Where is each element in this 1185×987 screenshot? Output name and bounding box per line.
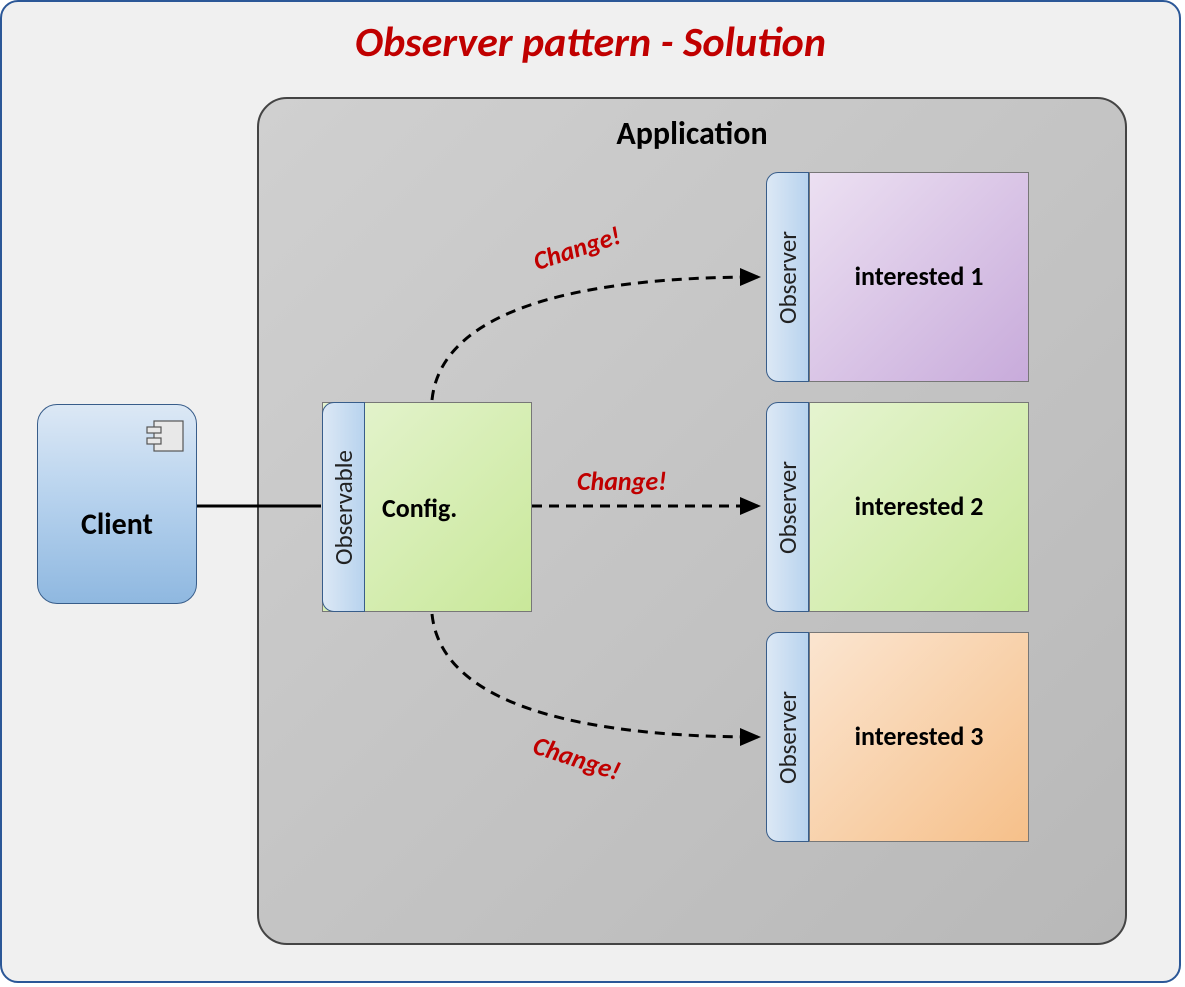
observer-tab-2: Observer: [766, 402, 809, 612]
interested-box-1: interested 1: [809, 172, 1029, 382]
change-label-2: Change!: [577, 465, 667, 497]
observer-tab-3: Observer: [766, 632, 809, 842]
application-label: Application: [259, 114, 1125, 153]
interested-2-label: interested 2: [855, 490, 984, 524]
observable-tab-label: Observable: [328, 450, 359, 565]
interested-box-3: interested 3: [809, 632, 1029, 842]
interested-1-label: interested 1: [855, 260, 984, 294]
observer-tab-1-label: Observer: [772, 231, 803, 324]
component-icon: [146, 420, 184, 452]
diagram-title: Observer pattern - Solution: [2, 17, 1179, 68]
client-label: Client: [38, 506, 196, 543]
interested-box-2: interested 2: [809, 402, 1029, 612]
observer-tab-1: Observer: [766, 172, 809, 382]
interested-3-label: interested 3: [855, 720, 984, 754]
observable-tab: Observable: [322, 402, 365, 612]
observer-tab-2-label: Observer: [772, 461, 803, 554]
diagram-frame: Observer pattern - Solution Application …: [0, 0, 1181, 983]
observer-tab-3-label: Observer: [772, 691, 803, 784]
config-label: Config.: [382, 492, 457, 524]
client-box: Client: [37, 404, 197, 604]
